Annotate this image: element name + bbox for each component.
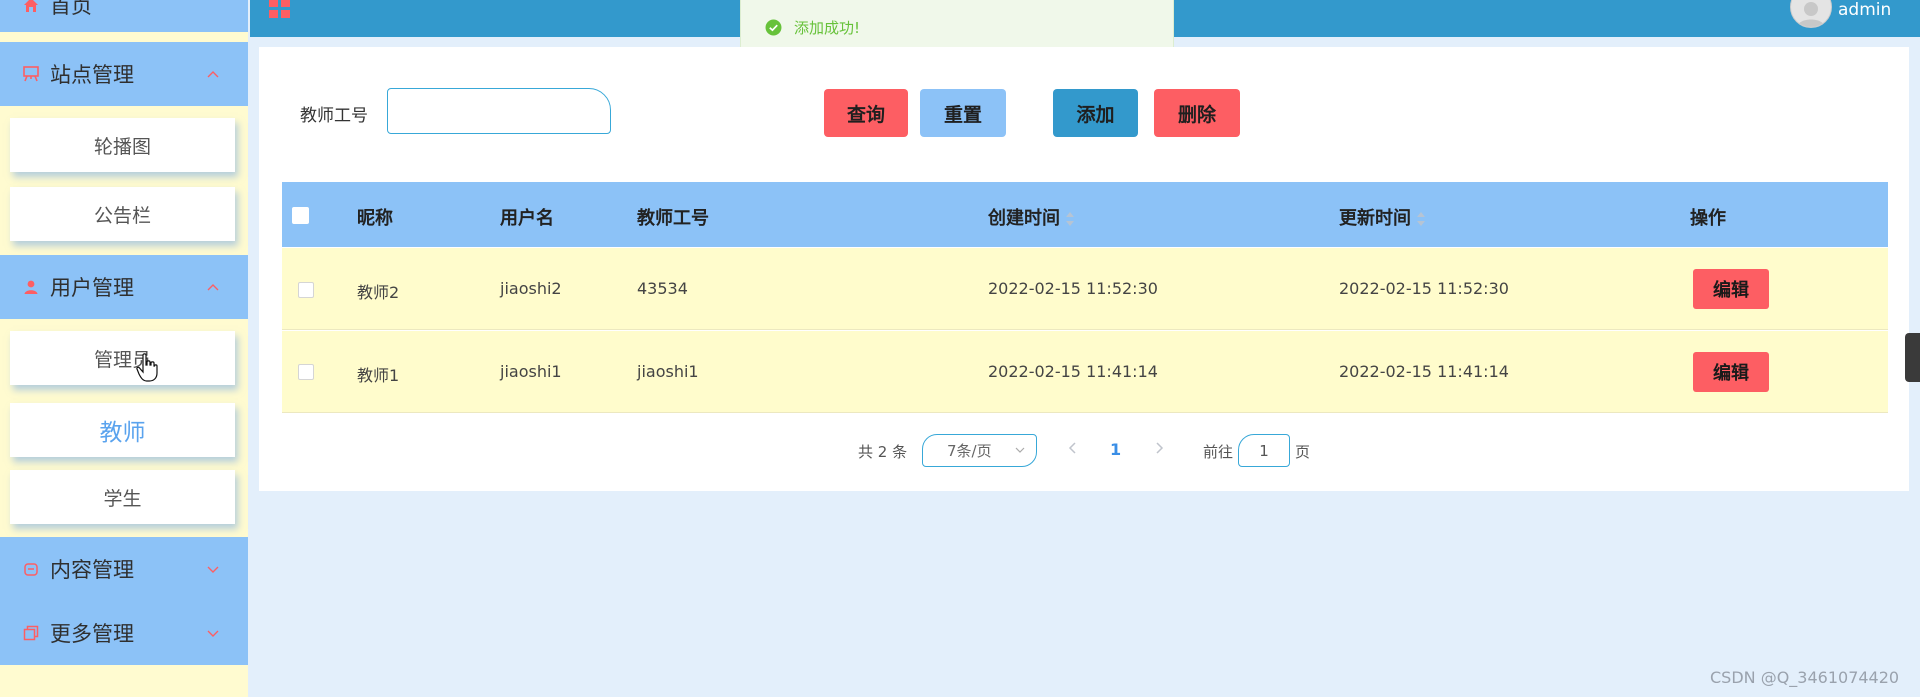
cell-created: 2022-02-15 11:41:14 [988,362,1158,381]
column-header-actions: 操作 [1690,208,1726,229]
search-label: 教师工号 [300,106,368,126]
site-icon [22,65,40,83]
table-header: 昵称 用户名 教师工号 创建时间 更新时间 操作 [282,182,1888,247]
sort-icon[interactable] [1417,211,1425,227]
hand-cursor-icon [136,353,158,382]
sidebar-item-user-management[interactable]: 用户管理 [0,255,248,319]
cell-created: 2022-02-15 11:52:30 [988,279,1158,298]
column-header-username: 用户名 [500,208,554,229]
sidebar-item-admin[interactable]: 管理员 [10,331,235,385]
column-header-teacher-no: 教师工号 [637,208,709,229]
content-icon [22,560,40,578]
teacher-no-search-input[interactable] [387,88,611,134]
sidebar-item-teacher[interactable]: 教师 [10,403,235,457]
page-size-select[interactable]: 7条/页 [922,434,1037,467]
check-circle-icon [765,19,782,35]
reset-button[interactable]: 重置 [920,89,1006,137]
edit-button[interactable]: 编辑 [1693,352,1769,392]
cell-teacher-no: jiaoshi1 [637,362,699,381]
user-icon [22,278,40,296]
chevron-up-icon [207,284,219,291]
page-size-value: 7条/页 [947,442,992,460]
side-handle[interactable] [1905,333,1920,382]
menu-grid-icon[interactable] [268,0,292,20]
sidebar-item-content-management[interactable]: 内容管理 [0,537,248,601]
prev-page-icon[interactable] [1066,440,1080,456]
delete-button[interactable]: 删除 [1154,89,1240,137]
sidebar-item-label: 内容管理 [50,558,134,582]
edit-button[interactable]: 编辑 [1693,269,1769,309]
column-header-nickname: 昵称 [357,208,393,229]
cell-nickname: 教师2 [357,283,400,302]
chevron-down-icon [207,630,219,637]
home-icon [22,0,40,14]
sidebar-item-home[interactable]: 首页 [0,0,248,32]
copy-icon [22,624,40,642]
cell-username: jiaoshi1 [500,362,562,381]
column-header-label: 更新时间 [1339,208,1411,229]
watermark: CSDN @Q_3461074420 [1710,668,1900,687]
sidebar-item-student[interactable]: 学生 [10,470,235,524]
chevron-down-icon [207,566,219,573]
sidebar-item-more-management[interactable]: 更多管理 [0,601,248,665]
next-page-icon[interactable] [1152,440,1166,456]
avatar[interactable] [1790,0,1832,28]
pagination-total: 共 2 条 [858,443,908,461]
cell-updated: 2022-02-15 11:41:14 [1339,362,1509,381]
add-button[interactable]: 添加 [1053,89,1138,137]
sidebar-item-site-management[interactable]: 站点管理 [0,42,248,106]
select-all-checkbox[interactable] [292,207,309,224]
query-button[interactable]: 查询 [824,89,908,137]
sidebar-item-notice-board[interactable]: 公告栏 [10,187,235,241]
row-checkbox[interactable] [298,282,314,298]
goto-label: 前往 [1203,443,1234,461]
sidebar-item-label: 用户管理 [50,276,134,300]
table-row: 教师1 jiaoshi1 jiaoshi1 2022-02-15 11:41:1… [282,331,1888,413]
goto-suffix: 页 [1295,443,1311,461]
cell-teacher-no: 43534 [637,279,688,298]
goto-page-input[interactable] [1238,434,1290,467]
cell-username: jiaoshi2 [500,279,562,298]
cell-updated: 2022-02-15 11:52:30 [1339,279,1509,298]
sidebar: 首页 站点管理 轮播图 公告栏 用户管理 管理员 教师 学生 内容管理 更多管理 [0,0,248,697]
column-header-label: 创建时间 [988,208,1060,229]
sidebar-item-label: 首页 [50,0,92,18]
username[interactable]: admin [1838,0,1891,20]
row-checkbox[interactable] [298,364,314,380]
sidebar-item-label: 站点管理 [50,63,134,87]
chevron-up-icon [207,71,219,78]
sidebar-item-carousel[interactable]: 轮播图 [10,118,235,172]
table-row: 教师2 jiaoshi2 43534 2022-02-15 11:52:30 2… [282,248,1888,330]
sort-icon[interactable] [1066,211,1074,227]
toast-message: 添加成功! [794,18,861,37]
chevron-down-icon [1015,447,1025,453]
cell-nickname: 教师1 [357,366,400,385]
column-header-created[interactable]: 创建时间 [988,204,1074,230]
column-header-updated[interactable]: 更新时间 [1339,204,1425,230]
sidebar-item-label: 更多管理 [50,622,134,646]
page-number[interactable]: 1 [1110,440,1121,459]
